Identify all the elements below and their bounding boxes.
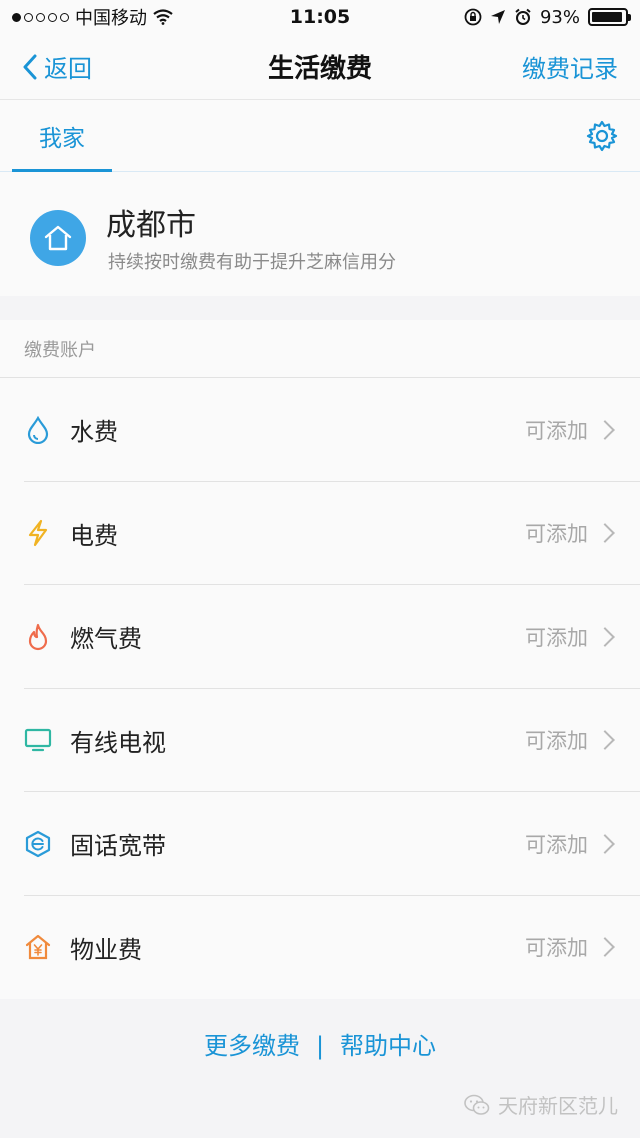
account-label: 燃气费 (70, 625, 142, 654)
add-status: 可添加 (525, 936, 588, 961)
credit-hint: 持续按时缴费有助于提升芝麻信用分 (108, 252, 396, 273)
chevron-right-icon (595, 937, 615, 958)
watermark: 天府新区范儿 (464, 1090, 618, 1119)
back-label: 返回 (44, 55, 92, 83)
water-drop-icon (24, 415, 52, 444)
status-left: 中国移动 (12, 4, 252, 30)
location-arrow-icon (490, 10, 505, 24)
tv-icon (24, 726, 52, 754)
account-row-electricity[interactable]: 电费 可添加 (0, 482, 640, 585)
chevron-right-icon (595, 833, 615, 854)
footer-links: 更多缴费 | 帮助中心 (0, 1026, 640, 1061)
chevron-left-icon (23, 54, 37, 79)
account-row-broadband[interactable]: 固话宽带 可添加 (0, 792, 640, 896)
house-icon (30, 210, 86, 266)
add-status: 可添加 (525, 418, 588, 443)
add-status: 可添加 (525, 729, 588, 754)
battery-percent: 93% (539, 6, 580, 28)
account-row-property[interactable]: 物业费 可添加 (0, 896, 640, 1000)
chevron-right-icon (595, 419, 615, 440)
account-row-cable-tv[interactable]: 有线电视 可添加 (0, 689, 640, 792)
chevron-right-icon (595, 626, 615, 647)
city-name: 成都市 (106, 208, 196, 243)
wechat-icon (464, 1094, 490, 1115)
lightning-icon (24, 519, 52, 547)
home-card[interactable]: 成都市 持续按时缴费有助于提升芝麻信用分 (0, 172, 640, 296)
status-right: 93% (388, 6, 631, 28)
account-list: 水费 可添加 电费 可添加 燃气费 可添加 有线电视 可添加 固话宽带 可添加 … (0, 378, 640, 999)
household-tab-bar: 我家 (0, 100, 640, 172)
account-label: 有线电视 (70, 728, 166, 757)
help-center-link[interactable]: 帮助中心 (340, 1032, 436, 1060)
watermark-text: 天府新区范儿 (498, 1094, 618, 1118)
broadband-icon (24, 830, 52, 858)
section-header: 缴费账户 (0, 320, 640, 378)
chevron-right-icon (595, 523, 615, 544)
battery-icon (588, 8, 631, 26)
wifi-icon (153, 9, 173, 25)
flame-icon (24, 623, 52, 651)
back-button[interactable]: 返回 (22, 49, 92, 84)
account-label: 物业费 (70, 935, 142, 964)
tab-my-home[interactable]: 我家 (12, 100, 112, 172)
alarm-icon (515, 8, 531, 25)
account-label: 水费 (70, 418, 118, 447)
footer-separator: | (315, 1032, 325, 1060)
account-row-gas[interactable]: 燃气费 可添加 (0, 585, 640, 689)
gear-icon[interactable] (586, 120, 618, 152)
property-icon (24, 933, 52, 961)
payment-records-button[interactable]: 缴费记录 (522, 49, 618, 84)
account-label: 固话宽带 (70, 832, 166, 861)
more-payments-link[interactable]: 更多缴费 (204, 1032, 300, 1060)
status-bar: 中国移动 11:05 93% (0, 0, 640, 34)
chevron-right-icon (595, 730, 615, 751)
rotation-lock-icon (464, 8, 482, 26)
add-status: 可添加 (525, 832, 588, 857)
navigation-bar: 返回 生活缴费 缴费记录 (0, 34, 640, 100)
status-time: 11:05 (289, 6, 351, 28)
signal-strength-icon (12, 12, 69, 22)
account-label: 电费 (70, 521, 118, 550)
add-status: 可添加 (525, 625, 588, 650)
account-row-water[interactable]: 水费 可添加 (0, 378, 640, 482)
carrier-name: 中国移动 (75, 8, 147, 29)
add-status: 可添加 (525, 522, 588, 547)
